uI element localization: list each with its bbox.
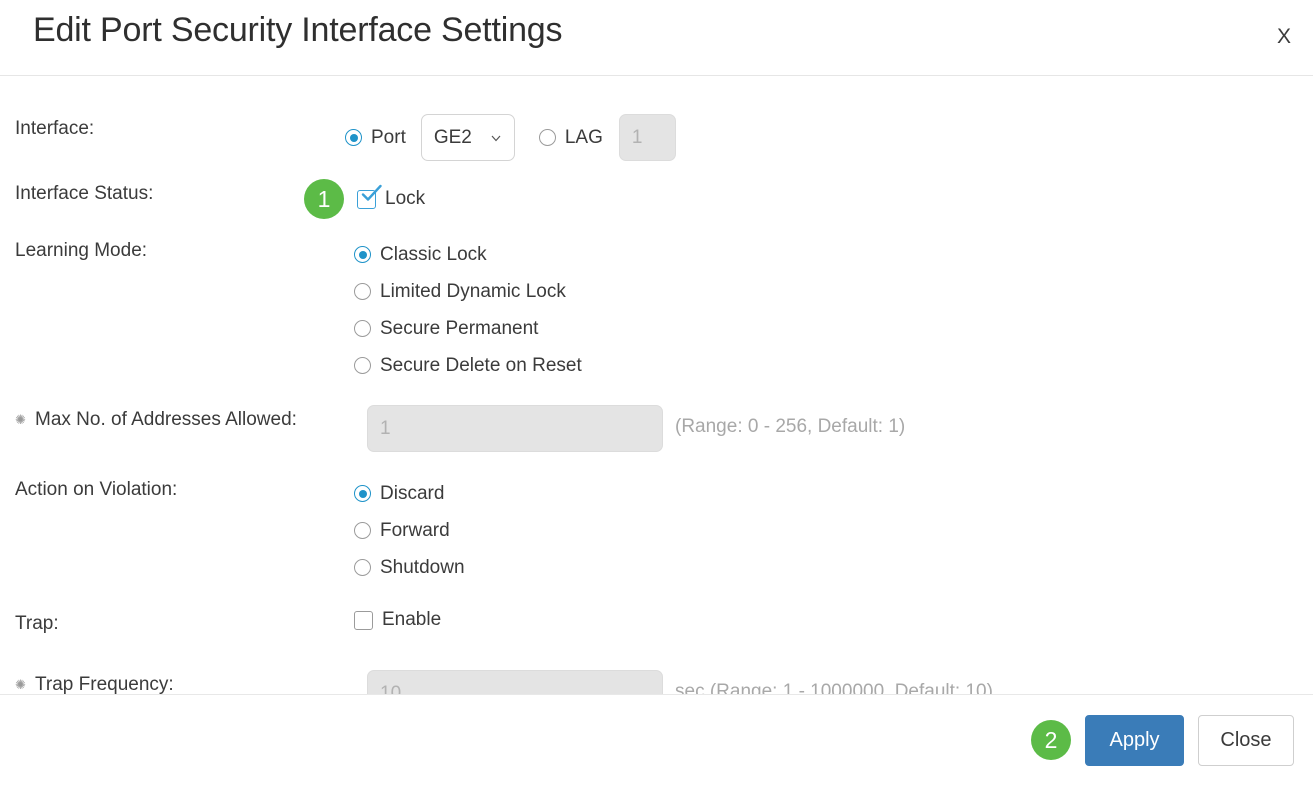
action-on-violation-options: Discard Forward Shutdown — [345, 475, 1313, 586]
interface-label: Interface: — [15, 114, 345, 140]
interface-lag-label: LAG — [565, 127, 603, 149]
interface-status-row: Interface Status: 1 Lock — [0, 179, 1313, 219]
action-on-violation-row: Action on Violation: Discard Forward Shu… — [0, 475, 1313, 586]
learning-mode-label: Learning Mode: — [15, 236, 345, 262]
step-badge-2: 2 — [1031, 720, 1071, 760]
learning-mode-options: Classic Lock Limited Dynamic Lock Secure… — [345, 236, 1313, 384]
page-title: Edit Port Security Interface Settings — [33, 11, 562, 50]
radio-label: Secure Permanent — [380, 318, 538, 340]
max-addresses-input: 1 — [367, 405, 663, 452]
radio-label: Secure Delete on Reset — [380, 355, 582, 377]
action-option-forward[interactable]: Forward — [354, 512, 450, 549]
port-select[interactable]: GE2 — [421, 114, 515, 161]
interface-port-label: Port — [371, 127, 406, 149]
trap-frequency-value: 10 — [380, 683, 401, 695]
learning-mode-option-limited-dynamic-lock[interactable]: Limited Dynamic Lock — [354, 273, 566, 310]
learning-mode-row: Learning Mode: Classic Lock Limited Dyna… — [0, 236, 1313, 384]
edit-port-security-dialog: Edit Port Security Interface Settings X … — [0, 0, 1313, 785]
lock-checkbox[interactable]: Lock — [357, 188, 425, 210]
interface-lag-radio[interactable]: LAG — [539, 127, 603, 149]
apply-button[interactable]: Apply — [1085, 715, 1184, 766]
trap-row: Trap: Enable — [0, 609, 1313, 645]
radio-label: Shutdown — [380, 557, 465, 579]
dialog-footer: 2 Apply Close — [0, 694, 1313, 785]
step-badge-1: 1 — [304, 179, 344, 219]
dialog-body: Interface: Port GE2 LAG 1 — [0, 76, 1313, 694]
radio-indicator — [354, 246, 371, 263]
interface-status-label: Interface Status: — [15, 179, 345, 205]
trap-frequency-row: ✺ Trap Frequency: 10 sec (Range: 1 - 100… — [0, 670, 1313, 694]
radio-label: Classic Lock — [380, 244, 487, 266]
radio-indicator — [539, 129, 556, 146]
action-option-discard[interactable]: Discard — [354, 475, 444, 512]
max-addresses-label: Max No. of Addresses Allowed: — [35, 409, 297, 430]
gear-icon: ✺ — [15, 678, 26, 691]
lock-checkbox-label: Lock — [385, 188, 425, 210]
gear-icon: ✺ — [15, 413, 26, 426]
chevron-down-icon — [490, 132, 502, 144]
interface-port-radio[interactable]: Port — [345, 127, 406, 149]
learning-mode-option-secure-delete-on-reset[interactable]: Secure Delete on Reset — [354, 347, 582, 384]
radio-indicator — [345, 129, 362, 146]
trap-frequency-hint: sec (Range: 1 - 1000000, Default: 10) — [675, 670, 993, 694]
learning-mode-option-secure-permanent[interactable]: Secure Permanent — [354, 310, 538, 347]
close-x-icon[interactable]: X — [1267, 20, 1301, 54]
trap-frequency-label-wrap: ✺ Trap Frequency: — [15, 670, 345, 694]
check-icon — [360, 185, 382, 203]
trap-enable-checkbox[interactable]: Enable — [354, 609, 441, 631]
lag-input-value: 1 — [632, 127, 643, 149]
max-addresses-label-wrap: ✺ Max No. of Addresses Allowed: — [15, 405, 345, 431]
learning-mode-option-classic-lock[interactable]: Classic Lock — [354, 236, 487, 273]
trap-label: Trap: — [15, 609, 345, 635]
radio-indicator — [354, 485, 371, 502]
max-addresses-value: 1 — [380, 418, 391, 440]
radio-indicator — [354, 522, 371, 539]
close-button[interactable]: Close — [1198, 715, 1294, 766]
lag-input: 1 — [619, 114, 676, 161]
interface-row: Interface: Port GE2 LAG 1 — [0, 114, 1313, 161]
port-select-value: GE2 — [434, 127, 490, 149]
radio-indicator — [354, 320, 371, 337]
trap-frequency-input: 10 — [367, 670, 663, 694]
radio-indicator — [354, 357, 371, 374]
radio-label: Discard — [380, 483, 444, 505]
trap-frequency-label: Trap Frequency: — [35, 674, 174, 694]
action-option-shutdown[interactable]: Shutdown — [354, 549, 465, 586]
radio-indicator — [354, 559, 371, 576]
checkbox-indicator — [354, 611, 373, 630]
max-addresses-row: ✺ Max No. of Addresses Allowed: 1 (Range… — [0, 405, 1313, 452]
radio-indicator — [354, 283, 371, 300]
action-on-violation-label: Action on Violation: — [15, 475, 345, 501]
radio-label: Forward — [380, 520, 450, 542]
radio-label: Limited Dynamic Lock — [380, 281, 566, 303]
dialog-header: Edit Port Security Interface Settings X — [0, 0, 1313, 76]
checkbox-indicator — [357, 190, 376, 209]
trap-enable-label: Enable — [382, 609, 441, 631]
max-addresses-hint: (Range: 0 - 256, Default: 1) — [675, 405, 905, 438]
